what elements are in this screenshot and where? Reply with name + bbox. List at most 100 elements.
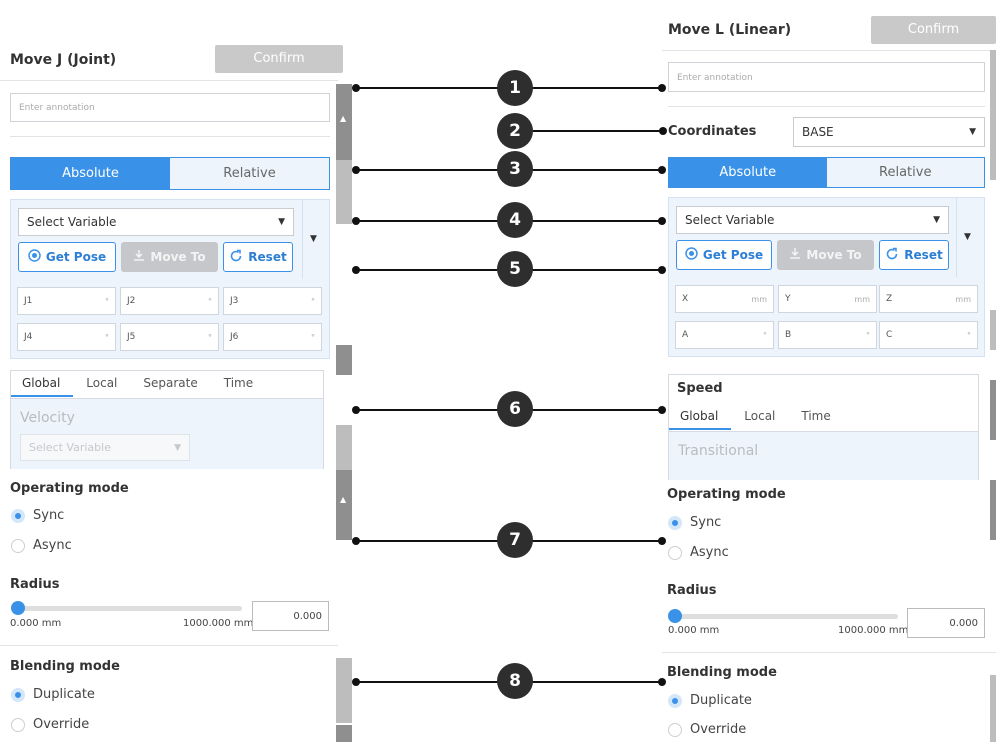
axis-label: Y: [785, 294, 791, 304]
right-sync-radio[interactable]: Sync: [668, 515, 721, 530]
axis-unit: mm: [955, 294, 971, 304]
joint-field-j1[interactable]: J1 °: [17, 287, 116, 315]
joint-unit: °: [311, 296, 315, 306]
joint-field-j2[interactable]: J2 °: [120, 287, 219, 315]
left-annotation-input[interactable]: Enter annotation: [10, 93, 330, 122]
scroll-up-arrow-icon: ▲: [340, 495, 347, 504]
callout-badge-3: 3: [497, 151, 533, 187]
axis-field-b[interactable]: B °: [778, 321, 877, 349]
axis-field-a[interactable]: A °: [675, 321, 774, 349]
chevron-down-icon: ▼: [969, 127, 976, 137]
right-select-variable[interactable]: Select Variable ▼: [676, 206, 949, 234]
right-tab-local[interactable]: Local: [734, 409, 785, 423]
right-move-to-label: Move To: [806, 248, 862, 262]
connector-dot: [658, 217, 666, 225]
left-override-radio[interactable]: Override: [11, 717, 89, 732]
right-scrollbar-mid[interactable]: [990, 310, 996, 350]
left-async-radio[interactable]: Async: [11, 538, 72, 553]
axis-field-y[interactable]: Ymm: [778, 285, 877, 313]
left-relative-tab[interactable]: Relative: [170, 158, 329, 189]
joint-field-j3[interactable]: J3 °: [223, 287, 322, 315]
connector-dot: [352, 84, 360, 92]
right-radius-slider-handle[interactable]: [668, 609, 682, 623]
right-title: Move L (Linear): [668, 22, 792, 38]
left-radius-track[interactable]: [12, 606, 242, 611]
left-scrollbar-lower[interactable]: [336, 345, 352, 375]
axis-unit: °: [866, 330, 870, 340]
joint-unit: °: [311, 332, 315, 342]
right-async-radio[interactable]: Async: [668, 545, 729, 560]
refresh-icon: [229, 249, 243, 266]
left-reset-button[interactable]: Reset: [223, 242, 293, 272]
axis-field-c[interactable]: C °: [879, 321, 978, 349]
radio-empty-icon: [11, 538, 25, 553]
right-select-variable-label: Select Variable: [685, 213, 775, 227]
joint-label: J2: [127, 296, 136, 306]
left-radius-input[interactable]: 0.000: [252, 601, 329, 631]
right-move-to-button[interactable]: Move To: [777, 240, 874, 270]
left-confirm-button[interactable]: Confirm: [215, 45, 343, 73]
axis-field-z[interactable]: Zmm: [879, 285, 978, 313]
joint-field-j5[interactable]: J5 °: [120, 323, 219, 351]
joint-unit: °: [105, 332, 109, 342]
right-tab-time[interactable]: Time: [791, 409, 840, 423]
right-transitional-label: Transitional: [678, 443, 759, 459]
left-get-pose-button[interactable]: Get Pose: [18, 242, 116, 272]
axis-label: B: [785, 330, 792, 340]
radio-selected-icon: [668, 515, 682, 530]
left-tab-time[interactable]: Time: [214, 376, 263, 390]
right-sync-label: Sync: [690, 515, 722, 530]
connector-dot: [658, 266, 666, 274]
right-get-pose-button[interactable]: Get Pose: [676, 240, 772, 270]
left-scrollbar-end[interactable]: [336, 725, 352, 742]
right-scrollbar-thumb[interactable]: [990, 380, 996, 440]
left-radius-heading: Radius: [10, 577, 60, 592]
right-mode-toggle[interactable]: Absolute Relative: [668, 157, 985, 188]
left-radius-slider-handle[interactable]: [11, 601, 25, 615]
left-tab-global[interactable]: Global: [12, 376, 70, 390]
right-relative-tab[interactable]: Relative: [826, 158, 984, 187]
right-annotation-input[interactable]: Enter annotation: [668, 62, 985, 92]
left-duplicate-radio[interactable]: Duplicate: [11, 687, 95, 702]
radio-selected-icon: [668, 693, 682, 708]
left-move-to-button[interactable]: Move To: [121, 242, 218, 272]
axis-label: C: [886, 330, 893, 340]
left-scrollbar-mid[interactable]: [336, 425, 352, 470]
right-radius-track[interactable]: [670, 614, 898, 619]
right-get-pose-label: Get Pose: [702, 248, 764, 262]
right-radius-input[interactable]: 0.000: [907, 608, 985, 638]
left-scrollbar-bottom[interactable]: [336, 658, 352, 723]
left-speed-tabs: Global Local Separate Time: [12, 376, 263, 390]
download-icon: [133, 249, 145, 265]
axis-field-x[interactable]: Xmm: [675, 285, 774, 313]
right-expand-chevron-icon[interactable]: ▼: [964, 232, 971, 242]
right-operating-mode-heading: Operating mode: [667, 487, 786, 502]
right-absolute-tab[interactable]: Absolute: [669, 158, 827, 187]
right-override-radio[interactable]: Override: [668, 722, 746, 737]
right-duplicate-radio[interactable]: Duplicate: [668, 693, 752, 708]
joint-field-j6[interactable]: J6 °: [223, 323, 322, 351]
right-tab-global[interactable]: Global: [670, 409, 728, 423]
axis-unit: °: [763, 330, 767, 340]
right-async-label: Async: [690, 545, 729, 560]
left-reset-label: Reset: [248, 250, 287, 264]
callout-badge-1: 1: [497, 70, 533, 106]
left-expand-chevron-icon[interactable]: ▼: [310, 234, 317, 244]
right-scrollbar[interactable]: [990, 50, 996, 180]
left-scrollbar-section[interactable]: [336, 470, 352, 540]
joint-field-j4[interactable]: J4 °: [17, 323, 116, 351]
right-reset-button[interactable]: Reset: [879, 240, 949, 270]
left-operating-mode-heading: Operating mode: [10, 481, 129, 496]
left-tab-separate[interactable]: Separate: [133, 376, 207, 390]
left-select-variable[interactable]: Select Variable ▼: [18, 208, 294, 236]
left-mode-toggle[interactable]: Absolute Relative: [10, 157, 330, 190]
connector-dot: [352, 166, 360, 174]
left-sync-radio[interactable]: Sync: [11, 508, 64, 523]
right-scrollbar-section[interactable]: [990, 480, 996, 540]
left-absolute-tab[interactable]: Absolute: [11, 158, 170, 189]
right-coordinates-select[interactable]: BASE ▼: [793, 117, 985, 147]
left-velocity-select[interactable]: Select Variable ▼: [20, 434, 190, 461]
right-confirm-button[interactable]: Confirm: [871, 16, 996, 44]
left-tab-local[interactable]: Local: [76, 376, 127, 390]
right-scrollbar-bottom[interactable]: [990, 675, 996, 742]
